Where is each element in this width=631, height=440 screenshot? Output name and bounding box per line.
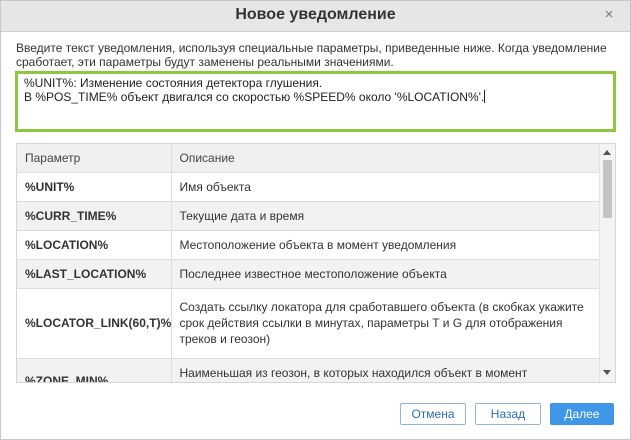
back-button[interactable]: Назад: [475, 403, 541, 425]
description-cell: Имя объекта: [171, 172, 599, 202]
table-scrollbar[interactable]: [599, 144, 615, 382]
table-row[interactable]: %LOCATION% Местоположение объекта в моме…: [17, 230, 599, 260]
scroll-down-icon[interactable]: [603, 370, 611, 375]
cancel-button[interactable]: Отмена: [400, 403, 466, 425]
column-header-param: Параметр: [17, 144, 172, 173]
description-cell: Создать ссылку локатора для сработавшего…: [171, 288, 599, 359]
param-cell: %CURR_TIME%: [17, 201, 172, 231]
next-button[interactable]: Далее: [550, 403, 614, 425]
param-cell: %LOCATION%: [17, 230, 172, 260]
close-icon[interactable]: ×: [602, 7, 616, 22]
table-row[interactable]: %LAST_LOCATION% Последнее известное мест…: [17, 259, 599, 289]
editor-text: %UNIT%: Изменение состояния детектора гл…: [24, 76, 485, 104]
column-header-description: Описание: [171, 144, 599, 173]
scrollbar-thumb[interactable]: [603, 160, 612, 218]
param-cell: %LAST_LOCATION%: [17, 259, 172, 289]
scroll-up-icon[interactable]: [603, 150, 611, 155]
table-row[interactable]: %CURR_TIME% Текущие дата и время: [17, 201, 599, 231]
table-row[interactable]: %ZONE_MIN% Наименьшая из геозон, в котор…: [17, 358, 599, 382]
new-notification-dialog: Новое уведомление × Введите текст уведом…: [0, 0, 631, 440]
parameters-table: Параметр Описание %UNIT% Имя объекта %CU…: [16, 143, 616, 383]
param-cell: %LOCATOR_LINK(60,T)%: [17, 288, 172, 359]
notification-text-editor[interactable]: %UNIT%: Изменение состояния детектора гл…: [15, 71, 616, 132]
description-cell: Последнее известное местоположение объек…: [171, 259, 599, 289]
description-cell: Местоположение объекта в момент уведомле…: [171, 230, 599, 260]
param-cell: %UNIT%: [17, 172, 172, 202]
description-cell: Текущие дата и время: [171, 201, 599, 231]
description-cell: Наименьшая из геозон, в которых находилс…: [171, 358, 599, 382]
intro-text: Введите текст уведомления, используя спе…: [16, 41, 607, 69]
table-row[interactable]: %UNIT% Имя объекта: [17, 172, 599, 202]
dialog-title: Новое уведомление: [235, 6, 396, 23]
table-row[interactable]: %LOCATOR_LINK(60,T)% Создать ссылку лока…: [17, 288, 599, 359]
text-caret: [484, 90, 486, 103]
dialog-titlebar: Новое уведомление ×: [1, 1, 630, 32]
param-cell: %ZONE_MIN%: [17, 358, 172, 382]
